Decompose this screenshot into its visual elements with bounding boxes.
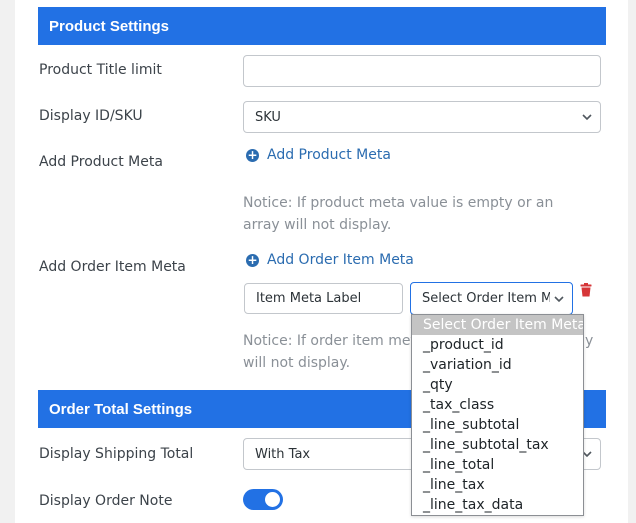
chevron-down-icon	[582, 114, 592, 121]
dropdown-option[interactable]: _line_tax_data	[412, 495, 583, 515]
item-meta-label-value: Item Meta Label	[256, 291, 362, 306]
display-shipping-total-value: With Tax	[255, 446, 311, 462]
order-item-meta-select-value: Select Order Item Meta	[422, 291, 550, 306]
add-order-item-meta-link[interactable]: + Add Order Item Meta	[246, 252, 414, 268]
product-title-limit-input[interactable]	[243, 55, 601, 87]
product-settings-title: Product Settings	[49, 17, 170, 35]
display-id-sku-select[interactable]: SKU	[243, 101, 601, 133]
dropdown-option[interactable]: _line_total	[412, 455, 583, 475]
plus-circle-icon: +	[246, 252, 259, 267]
add-product-meta-link-text: Add Product Meta	[267, 147, 391, 163]
display-order-note-toggle[interactable]	[243, 489, 283, 510]
add-product-meta-link[interactable]: + Add Product Meta	[246, 147, 391, 163]
dropdown-option[interactable]: _qty	[412, 375, 583, 395]
trash-icon[interactable]	[580, 283, 592, 297]
dropdown-option[interactable]: _line_subtotal	[412, 415, 583, 435]
display-id-sku-value: SKU	[255, 109, 281, 125]
product-settings-header: Product Settings	[38, 7, 606, 45]
order-item-meta-notice-line2: will not display.	[243, 355, 351, 371]
display-shipping-total-label: Display Shipping Total	[39, 446, 194, 462]
add-order-item-meta-link-text: Add Order Item Meta	[267, 252, 414, 268]
add-order-item-meta-label: Add Order Item Meta	[39, 259, 186, 275]
chevron-down-icon	[554, 293, 564, 304]
dropdown-option[interactable]: Select Order Item Meta	[412, 315, 583, 335]
dropdown-option[interactable]: _line_tax	[412, 475, 583, 495]
product-meta-notice: Notice: If product meta value is empty o…	[243, 195, 554, 233]
dropdown-option[interactable]: _variation_id	[412, 355, 583, 375]
plus-circle-icon: +	[246, 147, 259, 162]
display-order-note-label: Display Order Note	[39, 493, 173, 509]
display-id-sku-label: Display ID/SKU	[39, 108, 143, 124]
dropdown-option[interactable]: _line_subtotal_tax	[412, 435, 583, 455]
order-item-meta-dropdown[interactable]: Select Order Item Meta _product_id _vari…	[411, 314, 584, 516]
order-item-meta-select[interactable]: Select Order Item Meta	[410, 282, 573, 315]
add-product-meta-label: Add Product Meta	[39, 154, 163, 170]
toggle-knob	[265, 492, 280, 507]
dropdown-option[interactable]: _tax_class	[412, 395, 583, 415]
order-item-meta-notice-line1: Notice: If order item meta	[243, 333, 425, 349]
product-title-limit-label: Product Title limit	[39, 62, 162, 78]
dropdown-option[interactable]: _product_id	[412, 335, 583, 355]
item-meta-label-input[interactable]: Item Meta Label	[244, 283, 403, 314]
order-item-meta-notice-end: y	[585, 333, 594, 349]
order-total-settings-title: Order Total Settings	[49, 400, 193, 418]
